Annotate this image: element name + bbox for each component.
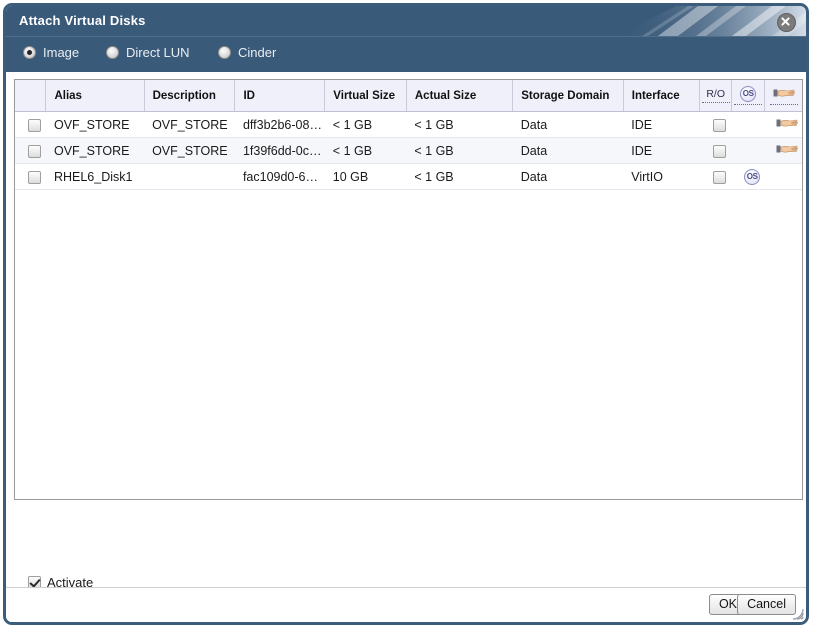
cell-os[interactable]: OS <box>731 163 765 190</box>
cell-alias: RHEL6_Disk1 <box>45 163 145 190</box>
header-id[interactable]: ID <box>234 80 326 112</box>
cell-description: OVF_STORE <box>144 137 235 164</box>
cell-description <box>144 163 235 190</box>
header-divider-dots <box>734 104 763 105</box>
cell-alias: OVF_STORE <box>45 111 145 138</box>
cell-interface: VirtIO <box>623 163 700 190</box>
disk-table-container[interactable]: Alias Description ID Virtual Size Actual… <box>14 79 803 500</box>
titlebar-decoration <box>616 6 806 36</box>
disk-type-selector: Image Direct LUN Cinder <box>6 36 806 72</box>
cell-bootable[interactable] <box>764 111 802 138</box>
pointing-hand-icon <box>773 87 795 102</box>
cell-id: fac109d0-6… <box>234 163 325 190</box>
close-icon[interactable] <box>777 13 796 32</box>
table-body: OVF_STORE OVF_STORE dff3b2b6-08… < 1 GB … <box>15 111 802 190</box>
radio-mark-direct-lun[interactable] <box>106 46 119 59</box>
header-alias[interactable]: Alias <box>45 80 145 112</box>
cell-read-only[interactable] <box>699 163 732 190</box>
cell-bootable[interactable] <box>764 137 802 164</box>
cell-read-only[interactable] <box>699 111 732 138</box>
cell-storage-domain: Data <box>512 111 624 138</box>
row-select-cell[interactable] <box>15 163 46 190</box>
disk-table: Alias Description ID Virtual Size Actual… <box>15 80 802 190</box>
pointing-hand-icon <box>776 117 799 132</box>
cell-bootable[interactable] <box>764 163 802 190</box>
row-select-cell[interactable] <box>15 111 46 138</box>
table-row[interactable]: OVF_STORE OVF_STORE 1f39f6dd-0c… < 1 GB … <box>15 137 802 164</box>
cell-storage-domain: Data <box>512 137 624 164</box>
header-storage-domain[interactable]: Storage Domain <box>512 80 624 112</box>
cell-actual-size: < 1 GB <box>406 163 513 190</box>
row-select-checkbox[interactable] <box>27 118 41 132</box>
header-actual-size[interactable]: Actual Size <box>406 80 514 112</box>
radio-option-image[interactable]: Image <box>23 45 79 60</box>
radio-mark-image[interactable] <box>23 46 36 59</box>
table-row[interactable]: OVF_STORE OVF_STORE dff3b2b6-08… < 1 GB … <box>15 111 802 138</box>
cell-os <box>731 137 765 164</box>
row-select-checkbox[interactable] <box>27 144 41 158</box>
header-select <box>15 80 47 112</box>
radio-label-cinder: Cinder <box>238 45 277 60</box>
radio-mark-cinder[interactable] <box>218 46 231 59</box>
cell-alias: OVF_STORE <box>45 137 145 164</box>
cell-virtual-size: 10 GB <box>324 163 407 190</box>
dialog-title: Attach Virtual Disks <box>19 13 146 28</box>
header-interface[interactable]: Interface <box>623 80 701 112</box>
cell-os <box>731 111 765 138</box>
header-bootable[interactable] <box>764 80 802 112</box>
header-divider-dots <box>701 102 730 103</box>
header-divider-dots <box>769 103 798 105</box>
header-description[interactable]: Description <box>144 80 236 112</box>
radio-option-direct-lun[interactable]: Direct LUN <box>106 45 190 60</box>
cell-read-only[interactable] <box>699 137 732 164</box>
radio-option-cinder[interactable]: Cinder <box>218 45 276 60</box>
read-only-checkbox[interactable] <box>713 170 727 184</box>
header-read-only[interactable]: R/O <box>699 80 733 112</box>
cell-description: OVF_STORE <box>144 111 235 138</box>
radio-label-image: Image <box>43 45 80 60</box>
os-badge-icon: OS <box>740 86 757 102</box>
table-header-row: Alias Description ID Virtual Size Actual… <box>15 80 802 112</box>
dialog-title-bar: Attach Virtual Disks <box>6 6 806 36</box>
cell-virtual-size: < 1 GB <box>324 137 407 164</box>
cell-id: 1f39f6dd-0c… <box>234 137 325 164</box>
read-only-checkbox[interactable] <box>713 144 727 158</box>
cell-interface: IDE <box>623 137 700 164</box>
radio-label-direct-lun: Direct LUN <box>126 45 190 60</box>
cancel-button[interactable]: Cancel <box>737 594 796 615</box>
row-select-checkbox[interactable] <box>27 170 41 184</box>
attach-virtual-disks-dialog: Attach Virtual Disks Image Direct LUN Ci… <box>3 3 809 625</box>
cell-id: dff3b2b6-08… <box>234 111 325 138</box>
header-virtual-size[interactable]: Virtual Size <box>324 80 407 112</box>
header-read-only-label: R/O <box>706 88 726 100</box>
cell-actual-size: < 1 GB <box>406 137 513 164</box>
cell-actual-size: < 1 GB <box>406 111 513 138</box>
os-badge-icon: OS <box>744 168 761 185</box>
read-only-checkbox[interactable] <box>713 118 727 132</box>
table-row[interactable]: RHEL6_Disk1 fac109d0-6… 10 GB < 1 GB Dat… <box>15 163 802 190</box>
cell-interface: IDE <box>623 111 700 138</box>
header-os[interactable]: OS <box>731 80 766 112</box>
pointing-hand-icon <box>776 143 799 158</box>
cell-storage-domain: Data <box>512 163 624 190</box>
dialog-footer: OK Cancel <box>6 587 806 622</box>
row-select-cell[interactable] <box>15 137 46 164</box>
cell-virtual-size: < 1 GB <box>324 111 407 138</box>
